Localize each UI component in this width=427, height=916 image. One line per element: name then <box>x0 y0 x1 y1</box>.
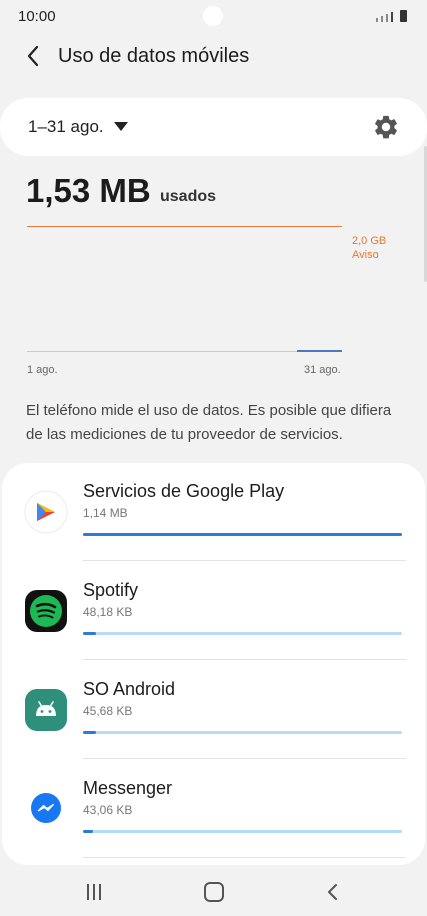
gear-icon <box>375 115 397 139</box>
back-arrow-icon <box>27 45 39 67</box>
front-camera <box>203 6 223 26</box>
date-range-selector[interactable]: 1–31 ago. <box>28 117 104 137</box>
app-name: Messenger <box>83 778 173 798</box>
warning-limit-label: Aviso <box>352 249 379 261</box>
app-data-size: 48,18 KB <box>83 605 133 619</box>
warning-limit-line[interactable] <box>27 226 342 227</box>
app-row-messenger[interactable]: Messenger 43,06 KB <box>2 760 425 859</box>
usage-bar-fill <box>83 533 402 536</box>
settings-button[interactable] <box>372 113 400 141</box>
app-name: SO Android <box>83 679 176 699</box>
date-range-card: 1–31 ago. <box>0 98 427 156</box>
usage-bar <box>83 632 402 635</box>
chart-start-date: 1 ago. <box>27 364 58 376</box>
signal-bar <box>386 14 388 22</box>
app-row-android-os[interactable]: SO Android 45,68 KB <box>2 661 425 760</box>
usage-bar <box>83 731 402 734</box>
app-usage-list: Servicios de Google Play 1,14 MB Spotify… <box>2 463 425 865</box>
recent-apps-icon <box>87 884 89 900</box>
app-data-size: 45,68 KB <box>83 704 133 718</box>
usage-chart-baseline <box>27 351 342 352</box>
signal-icon <box>376 18 378 22</box>
warning-limit-amount: 2,0 GB <box>352 235 387 247</box>
usage-bar <box>83 533 402 536</box>
signal-bar <box>381 16 383 22</box>
usage-unit-label: usados <box>160 188 217 205</box>
divider <box>83 560 406 561</box>
recent-apps-icon <box>93 884 95 900</box>
dropdown-caret-icon[interactable] <box>114 122 128 131</box>
app-bar: Uso de datos móviles <box>0 34 427 80</box>
status-bar: 10:00 <box>0 0 427 34</box>
recent-apps-icon <box>99 884 101 900</box>
page-title: Uso de datos móviles <box>58 45 250 67</box>
android-icon <box>24 688 68 732</box>
app-data-size: 43,06 KB <box>83 803 133 817</box>
status-time: 10:00 <box>18 8 56 25</box>
data-usage-disclaimer: El teléfono mide el uso de datos. Es pos… <box>26 402 392 443</box>
system-navigation-bar <box>0 868 427 916</box>
home-button[interactable] <box>204 882 224 902</box>
google-play-services-icon <box>24 490 68 534</box>
app-row-google-play-services[interactable]: Servicios de Google Play 1,14 MB <box>2 463 425 562</box>
usage-bar-fill <box>83 632 96 635</box>
recent-apps-button[interactable] <box>87 884 103 900</box>
battery-icon <box>400 10 407 22</box>
messenger-icon <box>24 787 68 831</box>
app-row-spotify[interactable]: Spotify 48,18 KB <box>2 562 425 661</box>
usage-bar-fill <box>83 731 96 734</box>
app-data-size: 1,14 MB <box>83 506 128 520</box>
chart-end-date: 31 ago. <box>304 364 341 376</box>
back-button[interactable] <box>22 42 46 70</box>
app-name: Servicios de Google Play <box>83 481 285 501</box>
system-back-button[interactable] <box>324 881 340 903</box>
status-icons <box>376 10 407 22</box>
divider <box>83 659 406 660</box>
usage-bar <box>83 830 402 833</box>
chevron-left-icon <box>328 884 337 900</box>
divider <box>83 857 406 858</box>
usage-bar-fill <box>83 830 93 833</box>
usage-amount: 1,53 MB <box>26 172 151 209</box>
app-name: Spotify <box>83 580 139 600</box>
divider <box>83 758 406 759</box>
signal-bar <box>391 12 393 22</box>
spotify-icon <box>24 589 68 633</box>
usage-chart-data-line <box>297 350 342 352</box>
